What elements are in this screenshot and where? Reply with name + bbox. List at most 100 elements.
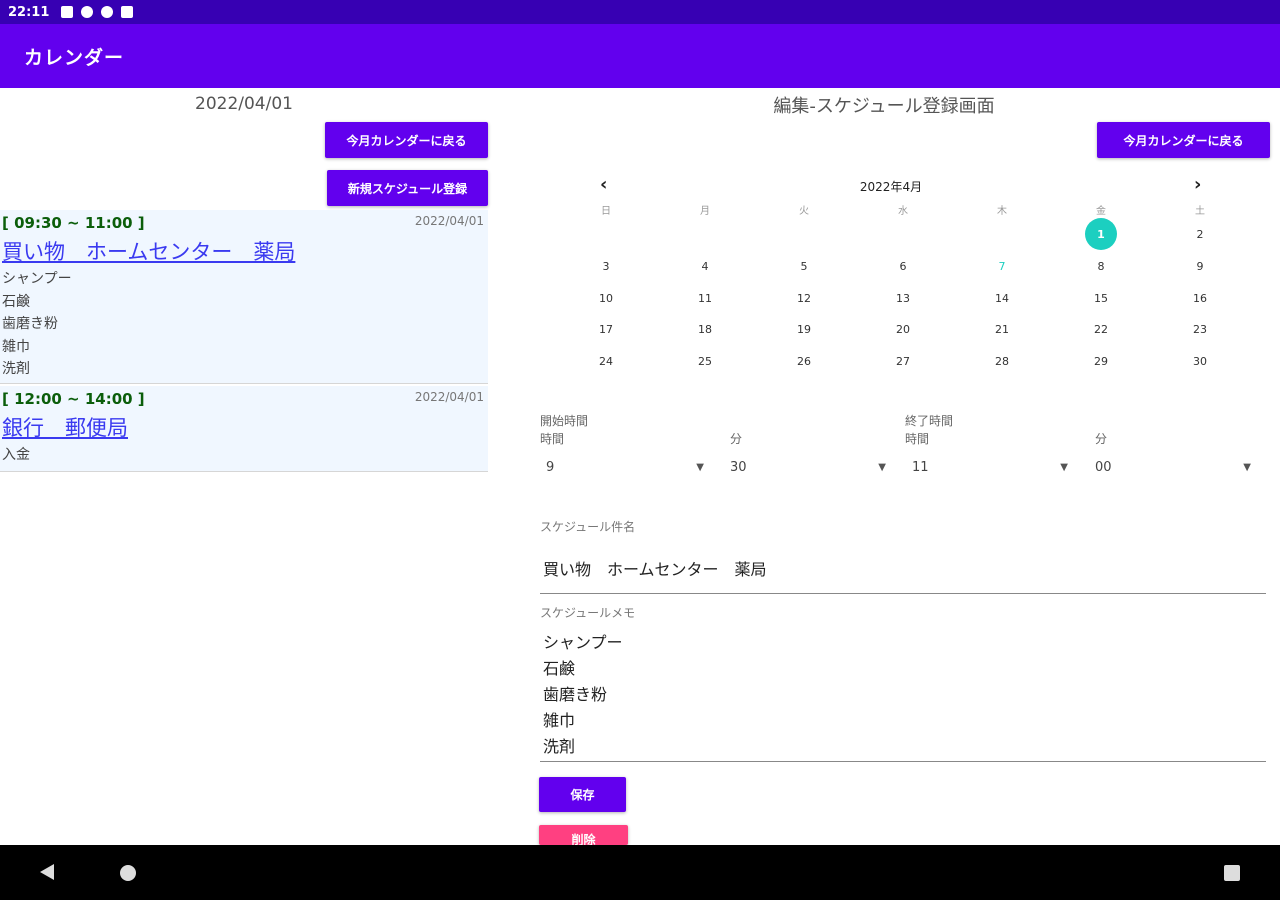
schedule-memo-input[interactable]: シャンプー 石鹸 歯磨き粉 雑巾 洗剤 <box>540 630 1266 762</box>
memo-line: 雑巾 <box>543 711 576 730</box>
selected-date: 2022/04/01 <box>195 94 293 114</box>
weekday-label: 金 <box>1096 206 1106 217</box>
start-time-label: 開始時間 <box>540 414 589 428</box>
end-hour-value: 11 <box>912 460 929 475</box>
calendar-day[interactable]: 9 <box>1184 250 1216 282</box>
schedule-time: [ 09:30 ~ 11:00 ] <box>2 214 145 232</box>
calendar-day[interactable]: 25 <box>689 345 721 377</box>
end-hour-select[interactable]: 11 ▼ <box>912 460 1068 484</box>
schedule-card[interactable]: [ 12:00 ~ 14:00 ] 2022/04/01 銀行 郵便局 入金 <box>0 386 488 472</box>
dropdown-arrow-icon: ▼ <box>1243 462 1251 473</box>
memo-line: 歯磨き粉 <box>543 685 608 704</box>
new-schedule-button[interactable]: 新規スケジュール登録 <box>327 170 488 206</box>
start-minute-value: 30 <box>730 460 747 475</box>
weekday-label: 日 <box>601 206 611 217</box>
home-icon[interactable] <box>120 865 136 881</box>
calendar-day[interactable]: 30 <box>1184 345 1216 377</box>
calendar-day[interactable]: 17 <box>590 313 622 345</box>
notification-icon <box>61 6 74 18</box>
start-minute-select[interactable]: 30 ▼ <box>730 460 886 484</box>
delete-button[interactable]: 削除 <box>539 825 628 847</box>
schedule-title-link[interactable]: 買い物 ホームセンター 薬局 <box>2 236 295 266</box>
calendar-day[interactable]: 21 <box>986 313 1018 345</box>
back-to-month-button-right[interactable]: 今月カレンダーに戻る <box>1097 122 1270 158</box>
schedule-name-label: スケジュール件名 <box>540 520 636 534</box>
app-notification-icon <box>101 6 114 18</box>
weekday-label: 水 <box>898 206 908 217</box>
calendar-day[interactable]: 3 <box>590 250 622 282</box>
calendar-day[interactable]: 22 <box>1085 313 1117 345</box>
calendar-day[interactable]: 20 <box>887 313 919 345</box>
edit-heading: 編集-スケジュール登録画面 <box>773 96 995 117</box>
memo-line: 入金 <box>2 447 30 463</box>
calendar-day[interactable]: 26 <box>788 345 820 377</box>
calendar-day[interactable]: 13 <box>887 282 919 314</box>
dropdown-arrow-icon: ▼ <box>1060 462 1068 473</box>
calendar-day[interactable]: 14 <box>986 282 1018 314</box>
schedule-memo: 入金 <box>2 444 30 467</box>
schedule-memo: シャンプー 石鹸 歯磨き粉 雑巾 洗剤 <box>2 268 72 381</box>
memo-line: シャンプー <box>2 271 72 287</box>
calendar-day[interactable]: 1 <box>1085 218 1117 250</box>
weekday-label: 木 <box>997 206 1007 217</box>
back-to-month-button[interactable]: 今月カレンダーに戻る <box>325 122 488 158</box>
start-hour-select[interactable]: 9 ▼ <box>546 460 704 484</box>
calendar-day[interactable]: 23 <box>1184 313 1216 345</box>
end-minute-label: 分 <box>1095 432 1108 446</box>
app-title: カレンダー <box>24 46 125 69</box>
calendar-day[interactable]: 27 <box>887 345 919 377</box>
calendar-day[interactable]: 2 <box>1184 218 1216 250</box>
calendar-day[interactable]: 5 <box>788 250 820 282</box>
calendar-day[interactable]: 8 <box>1085 250 1117 282</box>
start-hour-label: 時間 <box>540 432 565 446</box>
calendar-day[interactable]: 7 <box>986 250 1018 282</box>
calendar-month: 2022年4月 <box>859 180 923 194</box>
memo-line: 洗剤 <box>543 737 576 756</box>
end-hour-label: 時間 <box>905 432 930 446</box>
memo-line: 雑巾 <box>2 338 30 355</box>
calendar-day[interactable]: 6 <box>887 250 919 282</box>
recents-icon[interactable] <box>1224 865 1240 881</box>
schedule-time: [ 12:00 ~ 14:00 ] <box>2 390 145 408</box>
calendar-day[interactable]: 24 <box>590 345 622 377</box>
weekday-label: 土 <box>1195 206 1205 217</box>
status-time: 22:11 <box>8 4 50 20</box>
schedule-card[interactable]: [ 09:30 ~ 11:00 ] 2022/04/01 買い物 ホームセンター… <box>0 210 488 384</box>
calendar-day[interactable]: 15 <box>1085 282 1117 314</box>
schedule-name-input[interactable]: 買い物 ホームセンター 薬局 <box>540 556 1266 594</box>
dropdown-arrow-icon: ▼ <box>878 462 886 473</box>
start-minute-label: 分 <box>730 432 743 446</box>
calendar-day[interactable]: 18 <box>689 313 721 345</box>
sd-card-icon <box>121 6 134 18</box>
usb-icon <box>81 6 94 18</box>
end-minute-value: 00 <box>1095 460 1112 475</box>
save-button[interactable]: 保存 <box>539 777 626 812</box>
calendar-day[interactable]: 16 <box>1184 282 1216 314</box>
calendar-day[interactable]: 28 <box>986 345 1018 377</box>
end-minute-select[interactable]: 00 ▼ <box>1095 460 1251 484</box>
memo-line: 石鹸 <box>543 659 576 678</box>
calendar-day[interactable]: 29 <box>1085 345 1117 377</box>
calendar-day[interactable]: 12 <box>788 282 820 314</box>
start-hour-value: 9 <box>546 460 555 475</box>
back-icon[interactable] <box>40 864 54 880</box>
status-bar: 22:11 <box>0 0 1280 471</box>
schedule-date: 2022/04/01 <box>414 214 484 228</box>
calendar-day[interactable]: 11 <box>689 282 721 314</box>
memo-line: 洗剤 <box>2 361 30 377</box>
next-month-icon[interactable]: › <box>1194 174 1201 195</box>
schedule-list-panel: 2022/04/01 今月カレンダーに戻る 新規スケジュール登録 [ 09:30… <box>0 88 488 845</box>
schedule-title-link[interactable]: 銀行 郵便局 <box>2 412 128 442</box>
schedule-edit-panel: 編集-スケジュール登録画面 今月カレンダーに戻る ‹ 2022年4月 › 日月火… <box>488 88 1280 847</box>
memo-line: シャンプー <box>543 633 623 652</box>
calendar-day[interactable]: 19 <box>788 313 820 345</box>
calendar-day[interactable]: 4 <box>689 250 721 282</box>
calendar-day[interactable]: 10 <box>590 282 622 314</box>
app-bar: カレンダー <box>0 24 1280 88</box>
weekday-label: 火 <box>799 206 809 217</box>
schedule-memo-label: スケジュールメモ <box>540 606 636 620</box>
schedule-date: 2022/04/01 <box>414 390 484 404</box>
dropdown-arrow-icon: ▼ <box>696 462 704 473</box>
memo-line: 石鹸 <box>2 293 30 310</box>
weekday-label: 月 <box>700 206 710 217</box>
